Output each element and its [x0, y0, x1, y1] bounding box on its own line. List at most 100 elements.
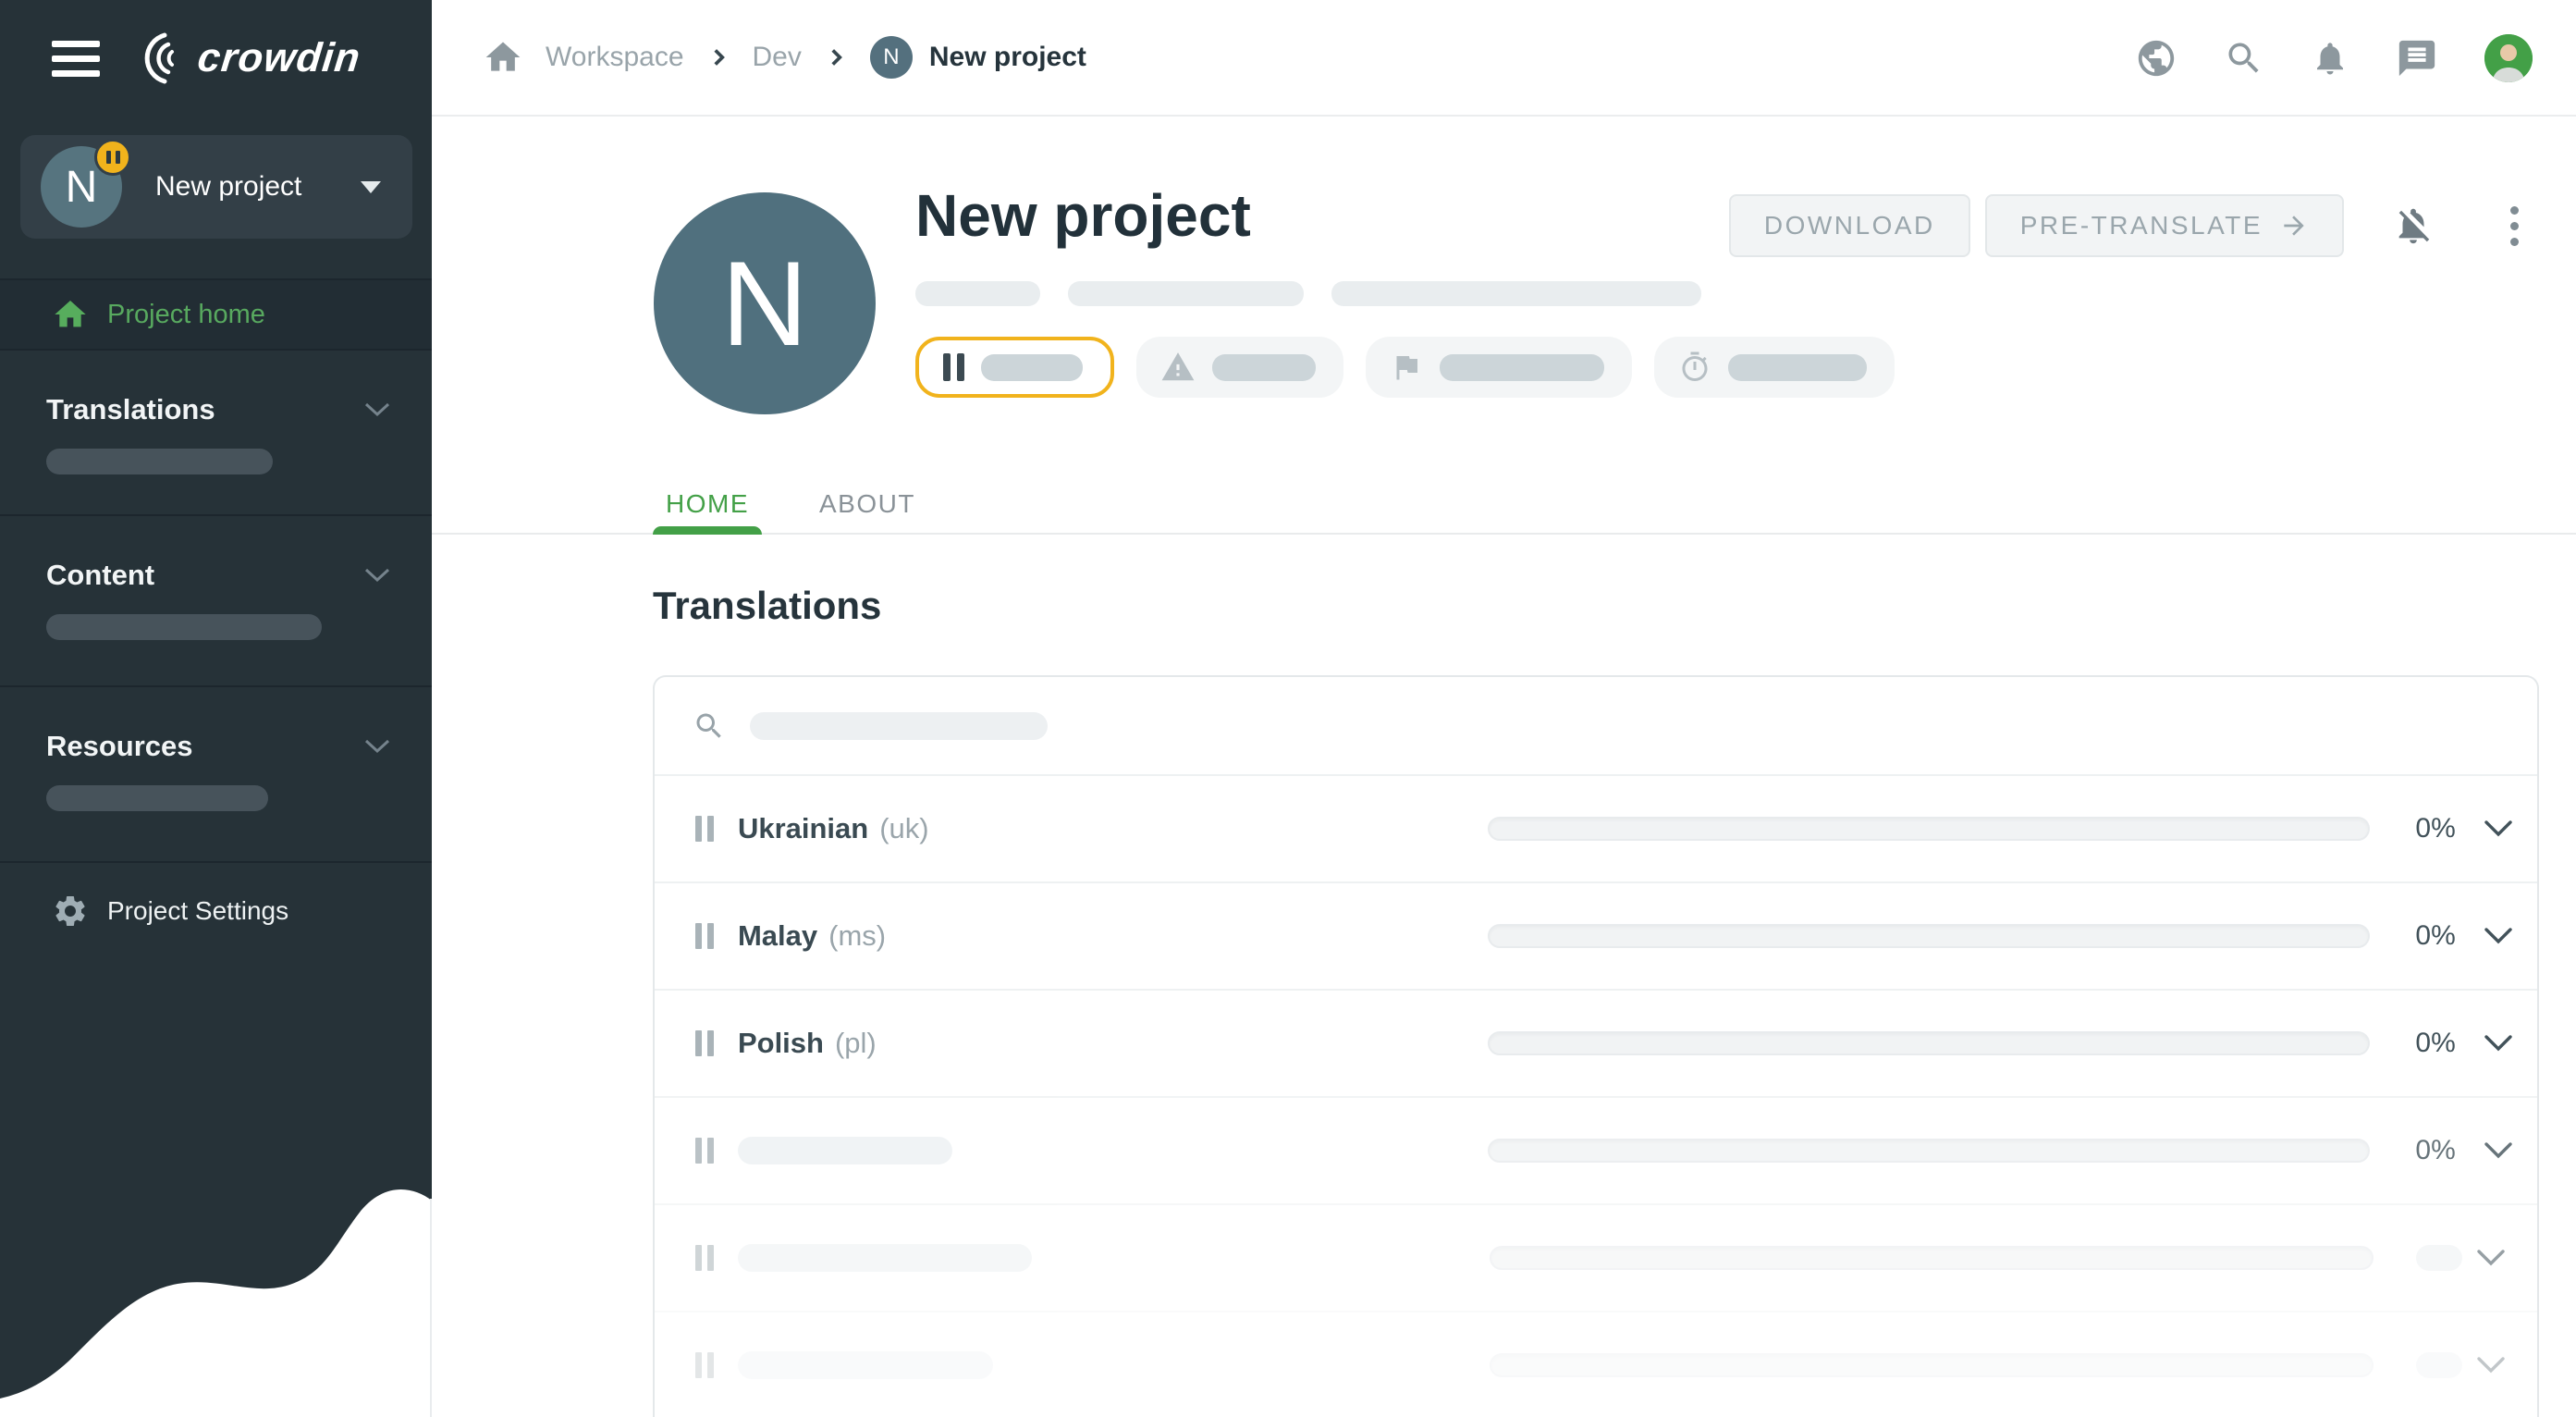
project-avatar-large: N — [654, 192, 876, 414]
tab-about[interactable]: ABOUT — [810, 474, 925, 533]
download-button-label: DOWNLOAD — [1764, 211, 1935, 240]
sidebar: crowdin N New project Project home Trans… — [0, 0, 432, 1417]
paused-badge-icon — [94, 139, 131, 176]
topbar-actions — [2135, 0, 2533, 117]
tab-home[interactable]: HOME — [653, 474, 762, 533]
crowdin-logo-text: crowdin — [195, 35, 362, 81]
sidebar-section-translations: Translations — [0, 349, 432, 514]
bell-icon[interactable] — [2311, 39, 2349, 78]
translations-section-title: Translations — [653, 584, 881, 628]
sidebar-section-resources: Resources — [0, 685, 432, 861]
chevron-down-icon — [363, 401, 391, 418]
language-row[interactable] — [655, 1203, 2537, 1311]
skeleton-pill — [1212, 354, 1316, 381]
sidebar-section-header[interactable]: Resources — [0, 687, 432, 763]
sidebar-item-project-home[interactable]: Project home — [0, 278, 432, 349]
language-progress-percent: 0% — [2401, 1028, 2470, 1059]
language-progress-percent: 0% — [2401, 920, 2470, 952]
chevron-right-icon — [824, 45, 848, 69]
notifications-off-icon[interactable] — [2392, 204, 2435, 247]
language-code: (pl) — [835, 1027, 877, 1060]
caret-down-icon — [361, 181, 381, 193]
status-chip-flagged[interactable] — [1366, 337, 1632, 398]
language-row[interactable]: Malay (ms) 0% — [655, 881, 2537, 989]
translation-progress-bar — [1488, 1139, 2370, 1163]
globe-icon[interactable] — [2135, 37, 2177, 80]
header-actions: DOWNLOAD PRE-TRANSLATE — [1729, 194, 2524, 257]
chevron-down-icon[interactable] — [2475, 1356, 2507, 1374]
translation-progress-bar — [1488, 1031, 2370, 1055]
language-row[interactable]: Ukrainian (uk) 0% — [655, 774, 2537, 881]
language-code: (ms) — [828, 919, 886, 953]
pause-icon — [695, 1245, 716, 1271]
pause-icon — [695, 816, 716, 842]
translation-progress-bar — [1490, 1246, 2374, 1270]
pre-translate-button[interactable]: PRE-TRANSLATE — [1985, 194, 2344, 257]
chevron-down-icon[interactable] — [2483, 1141, 2514, 1160]
sidebar-wave-decoration — [0, 1177, 432, 1417]
language-name-wrap: Malay (ms) — [738, 919, 1488, 953]
chat-icon[interactable] — [2396, 37, 2438, 80]
skeleton-pill — [1331, 281, 1701, 306]
crowdin-logo[interactable]: crowdin — [128, 31, 361, 85]
pre-translate-button-label: PRE-TRANSLATE — [2020, 211, 2263, 240]
chevron-down-icon[interactable] — [2475, 1249, 2507, 1267]
sidebar-section-header[interactable]: Content — [0, 516, 432, 592]
status-chip-paused[interactable] — [915, 337, 1114, 398]
status-chip-warnings[interactable] — [1136, 337, 1343, 398]
search-skeleton-pill — [750, 712, 1048, 740]
tab-bar: HOME ABOUT — [432, 476, 2576, 535]
pause-icon — [695, 1030, 716, 1056]
language-name-skeleton — [738, 1244, 1032, 1272]
translation-progress-bar — [1488, 817, 2370, 841]
chevron-down-icon[interactable] — [2483, 927, 2514, 945]
breadcrumb-group[interactable]: Dev — [753, 42, 802, 73]
skeleton-pill — [46, 449, 273, 474]
sidebar-header: crowdin — [0, 0, 432, 117]
download-button[interactable]: DOWNLOAD — [1729, 194, 1970, 257]
section-label: Translations — [46, 393, 215, 426]
translation-progress-bar — [1490, 1353, 2374, 1377]
language-progress-skeleton — [2416, 1245, 2462, 1271]
project-switcher[interactable]: N New project — [20, 135, 412, 239]
language-row[interactable] — [655, 1311, 2537, 1417]
stopwatch-icon — [1678, 351, 1711, 384]
language-name-wrap: Ukrainian (uk) — [738, 812, 1488, 845]
project-initial: N — [721, 234, 808, 373]
more-options-kebab-icon[interactable] — [2505, 201, 2524, 252]
search-icon[interactable] — [2224, 38, 2264, 79]
language-progress-percent: 0% — [2401, 1135, 2470, 1166]
breadcrumb-workspace[interactable]: Workspace — [546, 42, 684, 73]
flag-icon — [1390, 351, 1423, 384]
home-icon[interactable] — [483, 37, 523, 78]
breadcrumb-project[interactable]: N New project — [870, 36, 1086, 79]
hamburger-menu-icon[interactable] — [52, 41, 100, 77]
status-chip-timing[interactable] — [1654, 337, 1895, 398]
sidebar-item-project-settings[interactable]: Project Settings — [0, 861, 432, 959]
user-avatar[interactable] — [2484, 34, 2533, 82]
gear-icon — [52, 893, 89, 930]
sidebar-section-header[interactable]: Translations — [0, 351, 432, 426]
chevron-down-icon[interactable] — [2483, 819, 2514, 838]
language-name-wrap — [738, 1244, 1490, 1272]
sidebar-item-label: Project home — [107, 300, 265, 330]
crowdin-logo-icon — [128, 31, 189, 85]
page-title: New project — [915, 181, 1251, 250]
pause-icon — [695, 923, 716, 949]
language-name-skeleton — [738, 1137, 952, 1164]
chevron-right-icon — [706, 45, 730, 69]
chevron-down-icon[interactable] — [2483, 1034, 2514, 1053]
crowdin-project-page: Workspace Dev N New project — [0, 0, 2576, 1417]
language-search[interactable] — [655, 677, 2537, 774]
language-row[interactable]: Polish (pl) 0% — [655, 989, 2537, 1096]
language-name-wrap — [738, 1351, 1490, 1379]
breadcrumb: Workspace Dev N New project — [483, 36, 1086, 79]
language-name: Malay — [738, 919, 817, 953]
language-row[interactable]: 0% — [655, 1096, 2537, 1203]
chevron-down-icon — [363, 738, 391, 755]
language-name-wrap — [738, 1137, 1488, 1164]
search-icon — [693, 709, 726, 743]
title-skeleton-row — [915, 281, 1701, 306]
project-switcher-label: New project — [155, 171, 301, 203]
project-avatar-small: N — [870, 36, 913, 79]
